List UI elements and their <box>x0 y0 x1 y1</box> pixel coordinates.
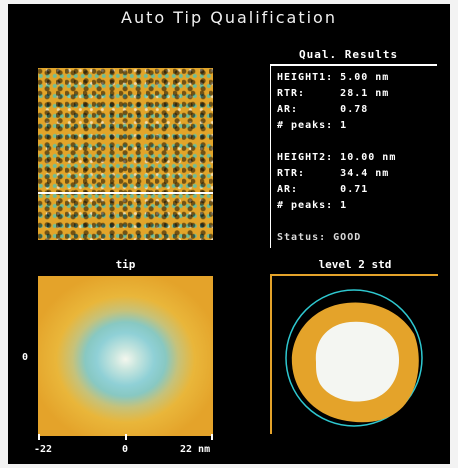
tip-x-tick-label-right: 22 nm <box>180 444 211 455</box>
result-peaks2: # peaks: 1 <box>277 200 348 211</box>
tip-x-tick-left <box>38 434 40 440</box>
result-rtr2: RTR: 34.4 nm <box>277 168 390 179</box>
scan-image <box>38 68 213 240</box>
tip-x-tick-label-left: -22 <box>34 444 53 455</box>
tip-x-tick-center <box>125 434 127 440</box>
tip-y-axis-label: 0 <box>22 352 29 363</box>
level-inner-shape <box>315 321 400 402</box>
result-height1: HEIGHT1: 5.00 nm <box>277 72 390 83</box>
level-cross-section <box>285 289 423 427</box>
level-panel-label: level 2 std <box>318 258 392 271</box>
result-ar2: AR: 0.71 <box>277 184 369 195</box>
result-ar1: AR: 0.78 <box>277 104 369 115</box>
results-panel: Qual. Results HEIGHT1: 5.00 nm RTR: 28.1… <box>270 48 437 248</box>
tip-x-tick-right <box>211 434 213 440</box>
window-title: Auto Tip Qualification <box>121 8 337 27</box>
result-status: Status: GOOD <box>277 232 362 243</box>
result-height2: HEIGHT2: 10.00 nm <box>277 152 397 163</box>
result-rtr1: RTR: 28.1 nm <box>277 88 390 99</box>
result-peaks1: # peaks: 1 <box>277 120 348 131</box>
scan-line-cursor[interactable] <box>38 192 213 194</box>
app-window: Auto Tip Qualification Qual. Results HEI… <box>8 4 450 464</box>
tip-image <box>38 276 213 436</box>
results-header: Qual. Results <box>299 48 399 61</box>
tip-panel-label: tip <box>115 258 136 271</box>
tip-x-tick-label-center: 0 <box>122 444 129 455</box>
